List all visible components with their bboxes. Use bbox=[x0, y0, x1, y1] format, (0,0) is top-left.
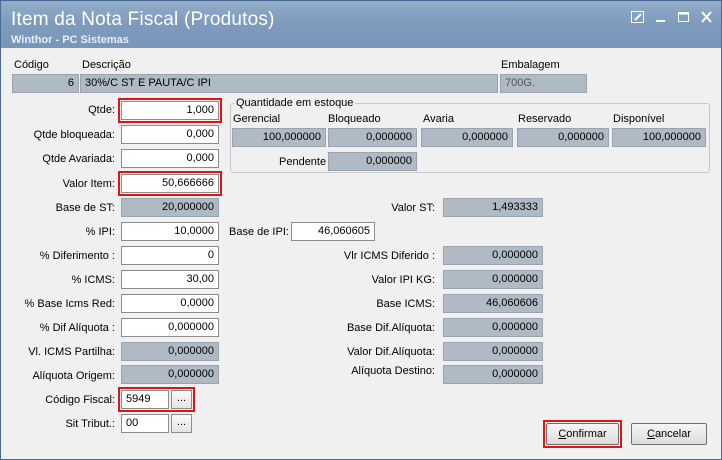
avaria-field: 0,000000 bbox=[421, 128, 513, 147]
cancelar-accelerator: C bbox=[646, 428, 655, 440]
base-ipi-input[interactable]: 46,060605 bbox=[291, 222, 375, 241]
qtde-avariada-input[interactable]: 0,000 bbox=[121, 149, 219, 168]
descricao-label: Descrição bbox=[82, 59, 131, 71]
qtde-bloqueada-label: Qtde bloqueada: bbox=[33, 129, 115, 141]
dif-aliquota-label: % Dif Alíquota : bbox=[39, 322, 115, 334]
reservado-field: 0,000000 bbox=[517, 128, 609, 147]
valor-item-label: Valor Item: bbox=[62, 178, 115, 190]
ipi-input[interactable]: 10,0000 bbox=[121, 222, 219, 241]
title-bar: Item da Nota Fiscal (Produtos) Winthor -… bbox=[1, 1, 721, 48]
maximize-icon[interactable] bbox=[677, 11, 691, 24]
window-title: Item da Nota Fiscal (Produtos) bbox=[11, 9, 275, 30]
reservado-label: Reservado bbox=[518, 113, 572, 125]
base-icms-field: 46,060606 bbox=[443, 294, 543, 313]
diferimento-label: % Diferimento : bbox=[39, 250, 115, 262]
diferimento-input[interactable]: 0 bbox=[121, 246, 219, 265]
window-subtitle: Winthor - PC Sistemas bbox=[11, 34, 129, 46]
base-st-label: Base de ST: bbox=[55, 202, 115, 214]
codigo-label: Código bbox=[14, 59, 49, 71]
codigo-field: 6 bbox=[12, 74, 79, 93]
base-dif-aliquota-field: 0,000000 bbox=[443, 318, 543, 337]
dif-aliquota-input[interactable]: 0,000000 bbox=[121, 318, 219, 337]
base-ipi-label: Base de IPI: bbox=[229, 226, 289, 238]
qtde-label: Qtde: bbox=[88, 104, 115, 116]
icms-diferido-label: Vlr ICMS Diferido : bbox=[343, 250, 435, 262]
sit-tribut-input[interactable]: 00 bbox=[121, 414, 169, 433]
disponivel-field: 100,000000 bbox=[612, 128, 706, 147]
aliquota-destino-field: 0,000000 bbox=[443, 365, 543, 384]
qtde-avariada-label: Qtde Avariada: bbox=[42, 153, 115, 165]
pendente-field: 0,000000 bbox=[328, 152, 417, 171]
descricao-field: 30%/C ST E PAUTA/C IPI bbox=[80, 74, 498, 93]
avaria-label: Avaria bbox=[423, 113, 454, 125]
icms-label: % ICMS: bbox=[71, 274, 115, 286]
codigo-fiscal-label: Código Fiscal: bbox=[45, 394, 115, 406]
codigo-fiscal-highlight bbox=[118, 387, 195, 412]
minimize-icon[interactable] bbox=[654, 11, 668, 24]
edit-icon[interactable] bbox=[631, 11, 645, 24]
ipi-kg-field: 0,000000 bbox=[443, 270, 543, 289]
cancelar-label: ancelar bbox=[654, 428, 692, 440]
icms-input[interactable]: 30,00 bbox=[121, 270, 219, 289]
aliquota-destino-label: Alíquota Destino: bbox=[351, 365, 435, 377]
base-icms-red-label: % Base Icms Red: bbox=[24, 298, 115, 310]
nota-fiscal-item-window: Item da Nota Fiscal (Produtos) Winthor -… bbox=[0, 0, 722, 460]
valor-dif-aliquota-label: Valor Dif.Alíquota: bbox=[347, 346, 435, 358]
bloqueado-label: Bloqueado bbox=[328, 113, 381, 125]
embalagem-field: 700G. bbox=[500, 74, 587, 93]
ipi-label: % IPI: bbox=[85, 226, 115, 238]
qtde-highlight bbox=[118, 98, 222, 123]
aliquota-origem-field: 0,000000 bbox=[121, 365, 219, 384]
valor-st-label: Valor ST: bbox=[391, 202, 435, 214]
bloqueado-field: 0,000000 bbox=[328, 128, 417, 147]
valor-st-field: 1,493333 bbox=[443, 198, 543, 217]
cancelar-button[interactable]: Cancelar bbox=[631, 423, 707, 445]
base-icms-label: Base ICMS: bbox=[376, 298, 435, 310]
ipi-kg-label: Valor IPI KG: bbox=[371, 274, 435, 286]
aliquota-origem-label: Alíquota Origem: bbox=[32, 370, 115, 382]
icms-diferido-field: 0,000000 bbox=[443, 246, 543, 265]
embalagem-label: Embalagem bbox=[501, 59, 560, 71]
sit-tribut-lookup-button[interactable]: ... bbox=[171, 414, 192, 433]
gerencial-field: 100,000000 bbox=[232, 128, 326, 147]
confirmar-highlight bbox=[543, 420, 622, 448]
qtde-bloqueada-input[interactable]: 0,000 bbox=[121, 125, 219, 144]
pendente-label: Pendente bbox=[279, 156, 327, 168]
sit-tribut-label: Sit Tribut.: bbox=[65, 418, 115, 430]
valor-item-highlight bbox=[118, 171, 222, 196]
valor-dif-aliquota-field: 0,000000 bbox=[443, 342, 543, 361]
icms-partilha-field: 0,000000 bbox=[121, 342, 219, 361]
base-icms-red-input[interactable]: 0,0000 bbox=[121, 294, 219, 313]
gerencial-label: Gerencial bbox=[233, 113, 281, 125]
disponivel-label: Disponível bbox=[613, 113, 665, 125]
base-st-field: 20,000000 bbox=[121, 198, 219, 217]
estoque-group-title: Quantidade em estoque bbox=[234, 97, 356, 109]
close-icon[interactable] bbox=[700, 11, 714, 24]
icms-partilha-label: Vl. ICMS Partilha: bbox=[28, 346, 115, 358]
base-dif-aliquota-label: Base Dif.Alíquota: bbox=[346, 322, 435, 334]
